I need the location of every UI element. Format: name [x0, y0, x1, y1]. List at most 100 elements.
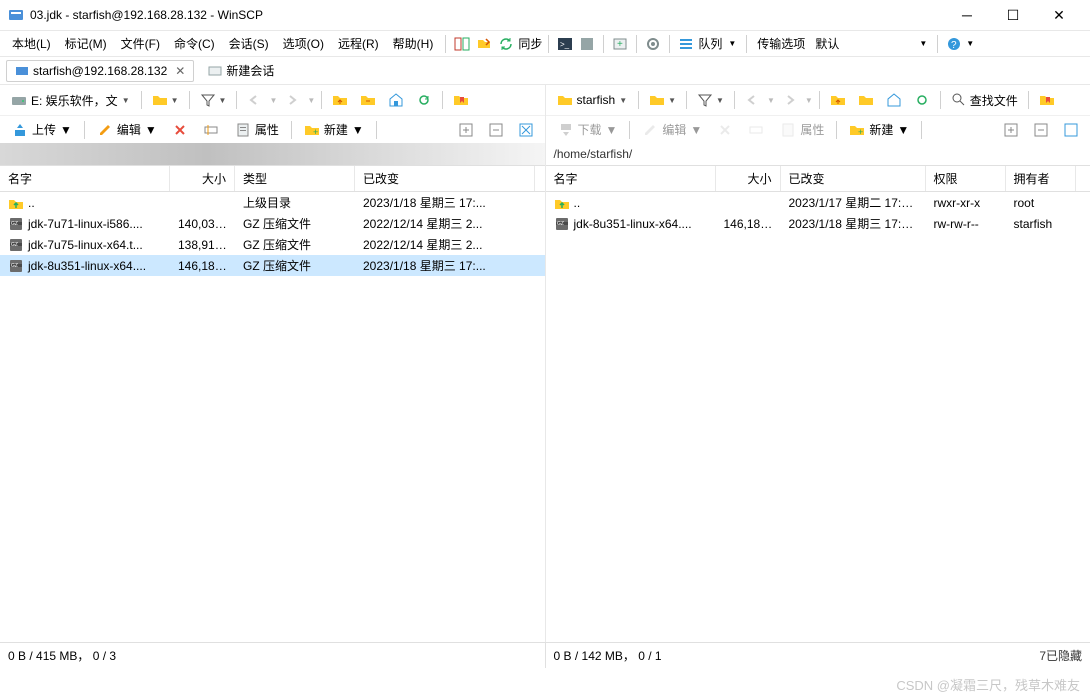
minimize-button[interactable]: ─	[944, 0, 990, 30]
svg-text:>_: >_	[560, 40, 570, 49]
local-home-dir[interactable]	[384, 90, 408, 110]
svg-text:GZ: GZ	[11, 242, 18, 248]
col-owner[interactable]: 拥有者	[1006, 166, 1076, 191]
file-row[interactable]: ..上级目录2023/1/18 星期三 17:...	[0, 192, 545, 213]
menu-remote[interactable]: 远程(R)	[332, 32, 385, 55]
tab-new-session[interactable]: 新建会话	[200, 59, 282, 82]
local-select-plus[interactable]	[453, 121, 479, 139]
sync-label[interactable]: 同步	[518, 35, 542, 52]
col-rights[interactable]: 权限	[926, 166, 1006, 191]
local-properties-button[interactable]: 属性	[229, 119, 285, 140]
local-back[interactable]	[243, 91, 265, 109]
file-row[interactable]: GZjdk-7u71-linux-i586....140,038...GZ 压缩…	[0, 213, 545, 234]
remote-dir-selector[interactable]: starfish ▼	[552, 89, 633, 111]
tab-close-icon[interactable]: ✕	[175, 64, 185, 78]
local-filter[interactable]: ▼	[196, 90, 231, 110]
remote-root-dir[interactable]	[854, 90, 878, 110]
maximize-button[interactable]: ☐	[990, 0, 1036, 30]
local-bookmark[interactable]	[449, 90, 473, 110]
menu-help[interactable]: 帮助(H)	[387, 32, 440, 55]
remote-find-button[interactable]: 查找文件	[947, 90, 1022, 111]
file-changed: 2022/12/14 星期三 2...	[355, 213, 535, 234]
menu-session[interactable]: 会话(S)	[223, 32, 275, 55]
file-changed: 2023/1/17 星期二 17:4...	[781, 192, 926, 213]
remote-path-bar[interactable]: /home/starfish/	[546, 143, 1090, 165]
remote-open-folder[interactable]: ▼	[645, 90, 680, 110]
local-path-bar[interactable]	[0, 143, 545, 165]
remote-forward[interactable]	[779, 91, 801, 109]
local-edit-button[interactable]: 编辑▼	[91, 119, 163, 140]
options-icon[interactable]	[643, 34, 663, 54]
menu-mark[interactable]: 标记(M)	[59, 32, 113, 55]
remote-select-minus[interactable]	[1028, 121, 1054, 139]
local-refresh[interactable]	[412, 90, 436, 110]
compare-icon[interactable]	[452, 34, 472, 54]
file-row[interactable]: GZjdk-7u75-linux-x64.t...138,912...GZ 压缩…	[0, 234, 545, 255]
remote-select-mask[interactable]	[1058, 121, 1084, 139]
local-parent-dir[interactable]	[328, 90, 352, 110]
col-size[interactable]: 大小	[170, 166, 235, 191]
terminal-icon[interactable]: >_	[555, 34, 575, 54]
new-tab-icon	[208, 64, 222, 78]
file-icon: GZ	[8, 258, 24, 274]
menu-options[interactable]: 选项(O)	[277, 32, 330, 55]
menu-local[interactable]: 本地(L)	[6, 32, 57, 55]
close-button[interactable]: ✕	[1036, 0, 1082, 30]
col-name[interactable]: 名字	[546, 166, 716, 191]
remote-back[interactable]	[741, 91, 763, 109]
col-changed[interactable]: 已改变	[355, 166, 535, 191]
local-forward[interactable]	[281, 91, 303, 109]
local-upload-button[interactable]: 上传▼	[6, 119, 78, 140]
transfer-settings[interactable]: 传输选项 默认 ▼	[753, 33, 931, 54]
svg-text:GZ: GZ	[557, 221, 564, 227]
remote-refresh[interactable]	[910, 90, 934, 110]
remote-properties-button[interactable]: 属性	[774, 119, 830, 140]
queue-label[interactable]: 队列	[698, 35, 722, 52]
remote-columns-header[interactable]: 名字 大小 已改变 权限 拥有者	[546, 165, 1090, 192]
drive-icon	[11, 92, 27, 108]
col-changed[interactable]: 已改变	[781, 166, 926, 191]
local-drive-selector[interactable]: E: 娱乐软件，文 ▼	[6, 89, 135, 112]
remote-filter[interactable]: ▼	[693, 90, 728, 110]
new-session-icon[interactable]: +	[610, 34, 630, 54]
remote-delete-button[interactable]	[712, 121, 738, 139]
local-select-mask[interactable]	[513, 121, 539, 139]
remote-bookmark[interactable]	[1035, 90, 1059, 110]
local-columns-header[interactable]: 名字 大小 类型 已改变	[0, 165, 545, 192]
remote-home-dir[interactable]	[882, 90, 906, 110]
remote-download-button[interactable]: 下载▼	[552, 119, 624, 140]
remote-parent-dir[interactable]	[826, 90, 850, 110]
remote-file-list[interactable]: 名字 大小 已改变 权限 拥有者 ..2023/1/17 星期二 17:4...…	[546, 165, 1090, 642]
remote-rename-button[interactable]	[742, 120, 770, 140]
col-type[interactable]: 类型	[235, 166, 355, 191]
sync-icon[interactable]	[496, 34, 516, 54]
local-new-button[interactable]: +新建▼	[298, 119, 370, 140]
local-file-list[interactable]: 名字 大小 类型 已改变 ..上级目录2023/1/18 星期三 17:...G…	[0, 165, 545, 642]
stop-icon[interactable]	[577, 34, 597, 54]
new-tab-label: 新建会话	[226, 62, 274, 79]
file-changed: 2023/1/18 星期三 17:...	[355, 255, 535, 276]
remote-select-plus[interactable]	[998, 121, 1024, 139]
file-size	[170, 201, 235, 205]
menu-file[interactable]: 文件(F)	[115, 32, 166, 55]
remote-new-button[interactable]: +新建▼	[843, 119, 915, 140]
menu-command[interactable]: 命令(C)	[168, 32, 221, 55]
col-name[interactable]: 名字	[0, 166, 170, 191]
file-changed: 2022/12/14 星期三 2...	[355, 234, 535, 255]
col-size[interactable]: 大小	[716, 166, 781, 191]
local-delete-button[interactable]	[167, 121, 193, 139]
file-row[interactable]: ..2023/1/17 星期二 17:4...rwxr-xr-xroot	[546, 192, 1090, 213]
file-name: ..	[28, 196, 35, 210]
queue-icon[interactable]	[676, 34, 696, 54]
local-select-minus[interactable]	[483, 121, 509, 139]
remote-edit-button[interactable]: 编辑▼	[636, 119, 708, 140]
file-type: GZ 压缩文件	[235, 255, 355, 276]
local-open-folder[interactable]: ▼	[148, 90, 183, 110]
local-root-dir[interactable]	[356, 90, 380, 110]
local-rename-button[interactable]	[197, 120, 225, 140]
help-icon[interactable]: ?	[944, 34, 964, 54]
sync-browse-icon[interactable]	[474, 34, 494, 54]
tab-active-session[interactable]: starfish@192.168.28.132 ✕	[6, 60, 194, 82]
file-row[interactable]: GZjdk-8u351-linux-x64....146,189...2023/…	[546, 213, 1090, 234]
file-row[interactable]: GZjdk-8u351-linux-x64....146,189...GZ 压缩…	[0, 255, 545, 276]
